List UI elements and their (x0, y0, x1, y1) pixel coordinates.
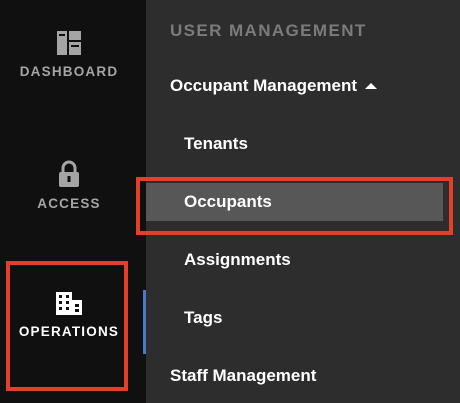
nav-item-occupants[interactable]: Occupants (146, 183, 443, 221)
staff-management-toggle[interactable]: Staff Management (170, 366, 316, 386)
caret-up-icon (365, 83, 378, 89)
icon-rail: DASHBOARD ACCESS OPERATIONS (0, 0, 145, 403)
nav-item-tags[interactable]: Tags (146, 299, 443, 337)
building-icon (55, 290, 83, 316)
submenu-panel: USER MANAGEMENT Occupant Management Tena… (146, 0, 460, 403)
occupant-management-toggle[interactable]: Occupant Management (170, 76, 378, 96)
rail-item-access[interactable]: ACCESS (0, 160, 138, 211)
group-label: Occupant Management (170, 76, 358, 95)
rail-item-operations[interactable]: OPERATIONS (0, 290, 138, 339)
dashboard-icon (56, 30, 82, 56)
nav-item-tenants[interactable]: Tenants (146, 125, 443, 163)
nav-item-assignments[interactable]: Assignments (146, 241, 443, 279)
rail-item-label: OPERATIONS (18, 324, 120, 339)
section-header: USER MANAGEMENT (170, 21, 367, 40)
rail-item-dashboard[interactable]: DASHBOARD (0, 30, 138, 79)
rail-item-label: DASHBOARD (19, 64, 119, 79)
rail-item-label: ACCESS (37, 196, 101, 211)
lock-icon (57, 160, 81, 188)
